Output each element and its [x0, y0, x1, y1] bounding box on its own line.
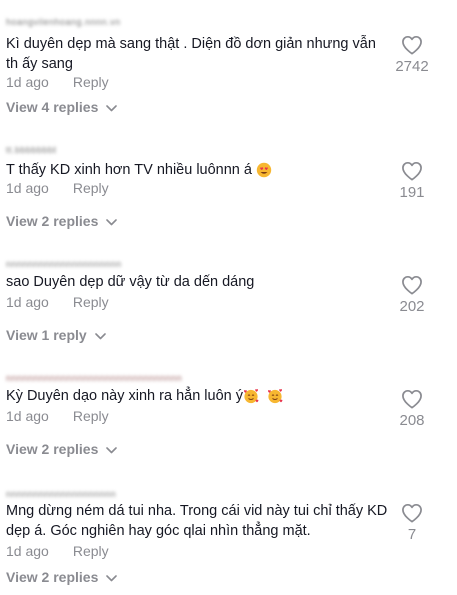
comment-text: Mng dừng ném dá tui nha. Trong cái vid n…: [6, 503, 388, 539]
view-replies-label: View 2 replies: [6, 569, 99, 585]
comment-timestamp: 1d ago: [6, 543, 49, 559]
heart-icon[interactable]: [401, 503, 423, 523]
reply-button[interactable]: Reply: [73, 543, 109, 559]
like-control: 7: [382, 503, 442, 543]
chevron-down-icon: [106, 574, 118, 582]
comment-meta: 1d ago Reply: [6, 543, 109, 559]
comment-username[interactable]: nnnnnnnnnnnnnnnnnnnn: [6, 489, 118, 501]
view-replies-button[interactable]: View 2 replies: [6, 569, 118, 585]
like-count: 7: [407, 526, 417, 543]
comment-item: nnnnnnnnnnnnnnnnnnnn Mng dừng ném dá tui…: [0, 0, 457, 595]
